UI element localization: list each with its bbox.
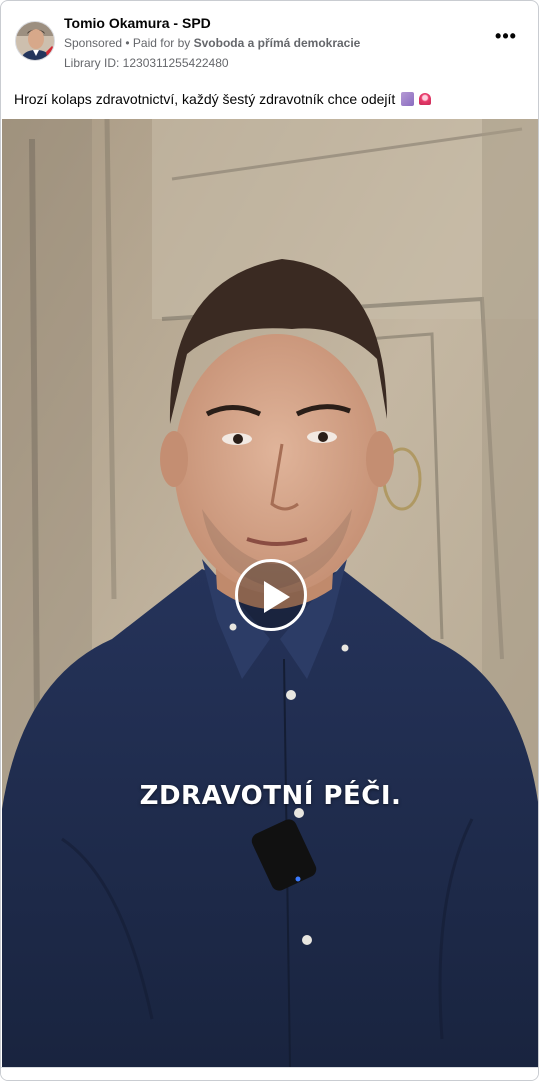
video-subtitle: ZDRAVOTNÍ PÉČI. xyxy=(139,781,402,811)
avatar-image xyxy=(16,22,54,60)
ad-card: Tomio Okamura - SPD Sponsored • Paid for… xyxy=(0,0,539,1081)
caption-text: Hrozí kolaps zdravotnictví, každý šestý … xyxy=(14,91,396,107)
post-caption: Hrozí kolaps zdravotnictví, každý šestý … xyxy=(14,91,432,107)
more-options-icon[interactable]: ••• xyxy=(494,27,518,47)
scroll-flyer-icon xyxy=(401,92,415,106)
meta-separator: • xyxy=(122,36,133,50)
play-button[interactable] xyxy=(235,559,307,631)
play-icon xyxy=(264,581,290,613)
library-id: Library ID: 1230311255422480 xyxy=(64,56,229,70)
page-name-link[interactable]: Tomio Okamura - SPD xyxy=(64,15,211,31)
sponsored-line: Sponsored • Paid for by Svoboda a přímá … xyxy=(64,36,360,50)
sponsored-label: Sponsored xyxy=(64,36,123,50)
siren-icon xyxy=(419,93,432,105)
post-header: Tomio Okamura - SPD Sponsored • Paid for… xyxy=(1,1,538,119)
page-avatar[interactable] xyxy=(15,21,55,61)
paid-for-by-link[interactable]: Svoboda a přímá demokracie xyxy=(194,36,361,50)
paid-for-prefix: Paid for by xyxy=(132,36,194,50)
card-footer xyxy=(1,1067,538,1080)
video-player[interactable]: ZDRAVOTNÍ PÉČI. xyxy=(2,119,538,1067)
